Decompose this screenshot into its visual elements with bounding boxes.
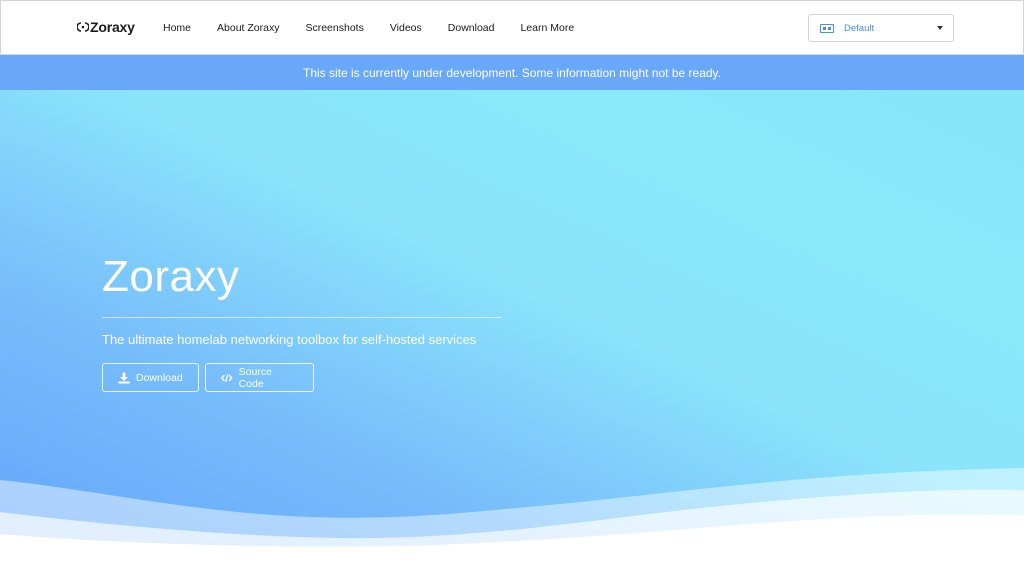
hero-buttons: Download Source Code (102, 363, 314, 392)
hero-subtitle: The ultimate homelab networking toolbox … (102, 332, 477, 347)
code-icon (221, 373, 233, 382)
development-notice-banner: This site is currently under development… (0, 55, 1024, 90)
zoraxy-logo-icon (77, 22, 89, 32)
brand-name: Zoraxy (90, 19, 135, 35)
top-navbar: Zoraxy Home About Zoraxy Screenshots Vid… (0, 0, 1024, 55)
hero-title: Zoraxy (102, 252, 240, 301)
brand-logo[interactable]: Zoraxy (77, 19, 135, 35)
nav-link-download[interactable]: Download (435, 22, 508, 34)
nav-link-learn-more[interactable]: Learn More (507, 22, 587, 34)
nav-menu: Home About Zoraxy Screenshots Videos Dow… (150, 1, 587, 54)
language-dropdown-value: Default (844, 22, 875, 34)
download-button-label: Download (136, 371, 183, 384)
source-code-button[interactable]: Source Code (205, 363, 314, 392)
nav-link-about[interactable]: About Zoraxy (204, 22, 292, 34)
language-dropdown[interactable]: Default (808, 14, 954, 42)
translate-icon (820, 23, 834, 33)
source-code-button-label: Source Code (238, 365, 272, 390)
nav-link-screenshots[interactable]: Screenshots (292, 22, 376, 34)
hero-wave-decoration (0, 468, 1024, 576)
download-icon (118, 372, 130, 383)
development-notice-text: This site is currently under development… (303, 65, 721, 80)
nav-link-home[interactable]: Home (150, 22, 204, 34)
caret-down-icon (937, 26, 943, 30)
download-button[interactable]: Download (102, 363, 199, 392)
hero-divider (102, 317, 502, 318)
nav-link-videos[interactable]: Videos (377, 22, 435, 34)
hero-section: Zoraxy The ultimate homelab networking t… (0, 90, 1024, 576)
